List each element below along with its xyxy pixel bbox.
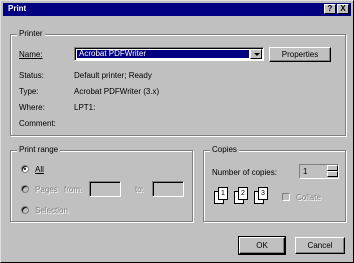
print-range-group: Print range All Pages from: to: Selectio… <box>10 145 193 222</box>
type-value: Acrobat PDFWriter (3.x) <box>74 87 160 96</box>
selection-label[interactable]: Selection <box>35 206 68 215</box>
to-label: to: <box>135 185 144 194</box>
cancel-button[interactable]: Cancel <box>295 237 345 254</box>
dropdown-button[interactable] <box>250 49 262 59</box>
printer-name-select[interactable]: Acrobat PDFWriter <box>74 47 264 61</box>
where-value: LPT1: <box>74 103 96 112</box>
spin-down-button[interactable] <box>327 171 338 177</box>
all-radio[interactable] <box>21 165 29 173</box>
help-button[interactable]: ? <box>324 4 336 14</box>
status-value: Default printer; Ready <box>74 71 152 80</box>
title-bar[interactable]: Print ? X <box>3 3 351 16</box>
printer-group: Printer Name: Acrobat PDFWriter Properti… <box>10 29 346 136</box>
page-icon: 2 <box>238 187 248 200</box>
radio-dot-icon <box>24 168 26 170</box>
close-button[interactable]: X <box>337 4 349 14</box>
copies-group: Copies Number of copies: 1 1 2 3 Collate <box>203 145 346 222</box>
printer-name-value: Acrobat PDFWriter <box>77 50 249 58</box>
collate-label[interactable]: Collate <box>296 193 321 202</box>
ok-button[interactable]: OK <box>238 236 286 255</box>
page-icon: 3 <box>258 187 268 200</box>
window-title: Print <box>8 4 27 13</box>
number-of-copies-label: Number of copies: <box>212 168 277 177</box>
status-label: Status: <box>19 71 44 80</box>
where-label: Where: <box>19 103 45 112</box>
type-label: Type: <box>19 87 39 96</box>
pages-radio[interactable] <box>21 185 29 193</box>
copies-spinner[interactable]: 1 <box>299 164 339 179</box>
from-field[interactable] <box>89 181 121 197</box>
print-range-group-label: Print range <box>17 145 61 154</box>
copies-group-label: Copies <box>210 145 239 154</box>
copies-value: 1 <box>303 167 308 176</box>
properties-button[interactable]: Properties <box>269 47 331 62</box>
name-label: Name: <box>19 50 43 59</box>
selection-radio[interactable] <box>21 206 29 214</box>
page-icon: 1 <box>218 187 228 200</box>
comment-label: Comment: <box>19 119 56 128</box>
all-label[interactable]: All <box>35 165 44 174</box>
to-field[interactable] <box>152 181 184 197</box>
collate-checkbox[interactable] <box>282 193 290 201</box>
pages-label[interactable]: Pages <box>35 185 58 194</box>
chevron-down-icon <box>254 53 260 56</box>
print-dialog: Print ? X Printer Name: Acrobat PDFWrite… <box>0 0 354 263</box>
printer-group-label: Printer <box>17 29 45 38</box>
from-label: from: <box>64 185 83 194</box>
